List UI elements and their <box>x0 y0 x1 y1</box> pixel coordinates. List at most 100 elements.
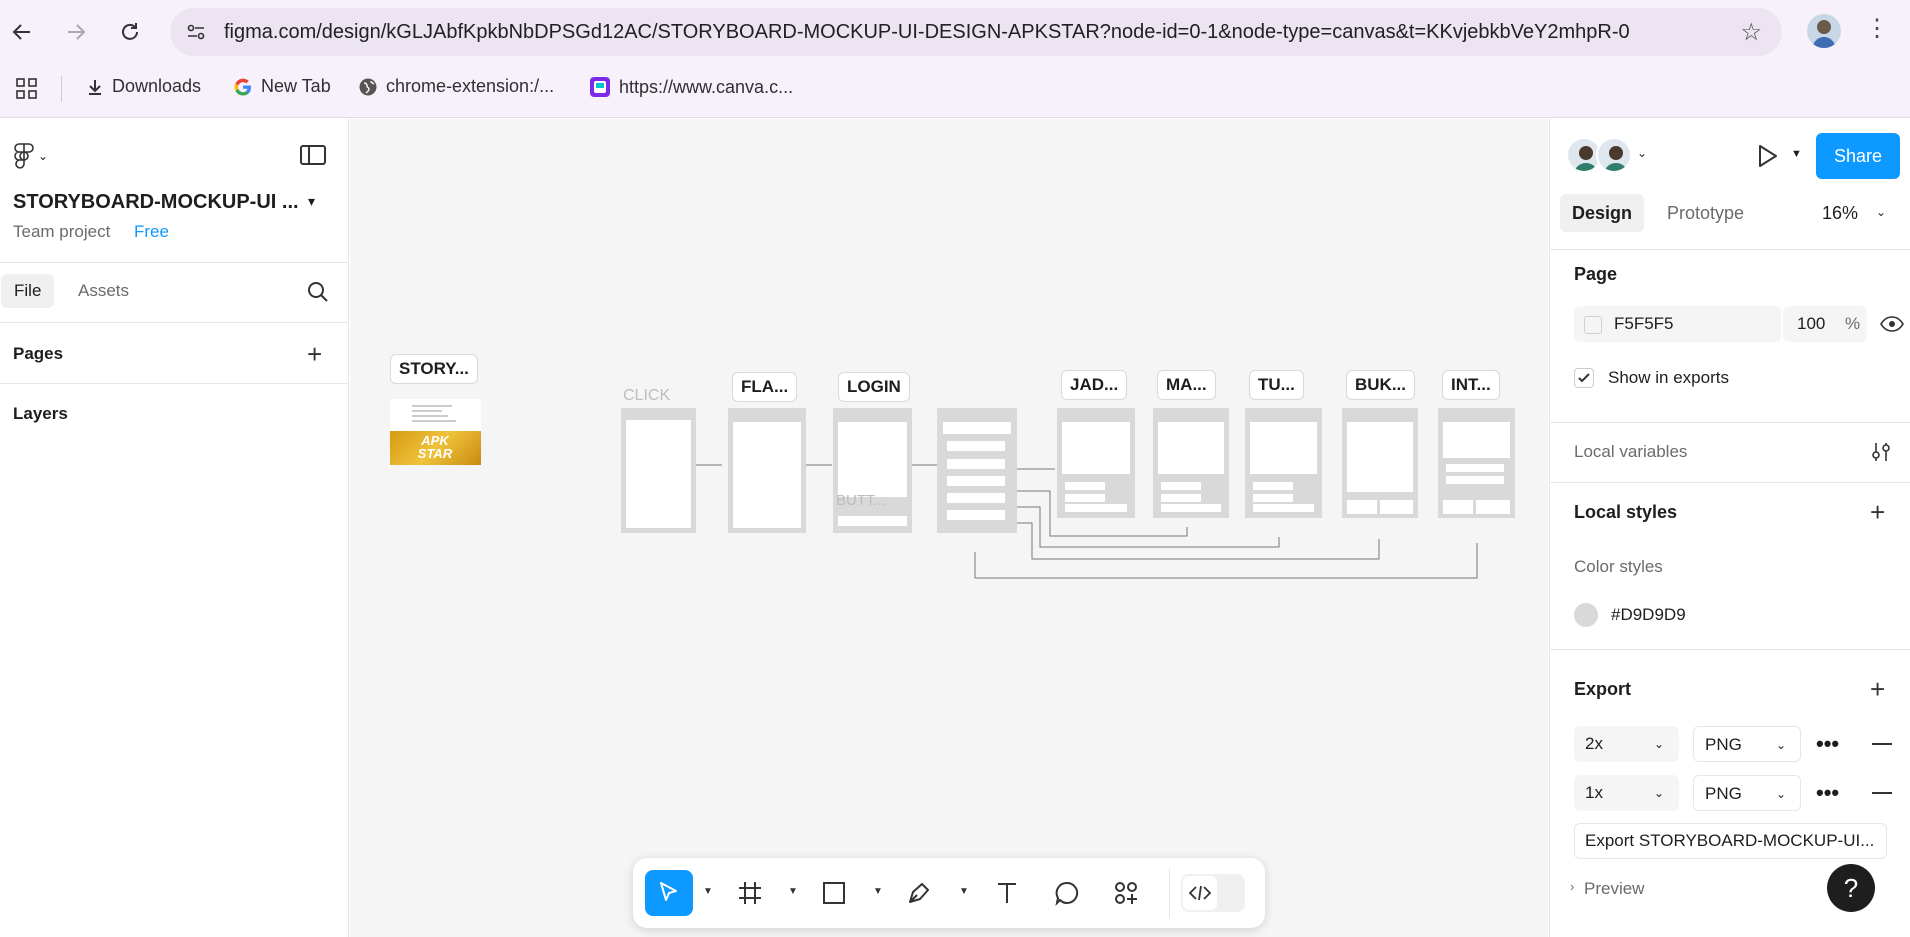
dev-mode-toggle[interactable] <box>1181 874 1245 912</box>
bookmark-downloads[interactable]: Downloads <box>86 76 201 97</box>
export-format-value[interactable]: PNG <box>1705 727 1742 763</box>
frame-click[interactable] <box>621 408 696 533</box>
tab-assets[interactable]: Assets <box>65 274 142 308</box>
chevron-down-icon[interactable]: ▼ <box>959 886 969 897</box>
more-options-icon[interactable]: ••• <box>1816 780 1839 806</box>
add-page-icon[interactable]: + <box>307 341 322 367</box>
chevron-right-icon[interactable]: › <box>1570 879 1574 894</box>
main-menu-button[interactable]: ⌄ <box>14 143 48 169</box>
reload-icon[interactable] <box>112 14 148 50</box>
present-play-icon[interactable] <box>1754 143 1780 174</box>
export-format-select[interactable]: PNG ⌄ <box>1693 726 1801 762</box>
rectangle-tool-icon[interactable] <box>810 870 858 916</box>
share-button[interactable]: Share <box>1816 133 1900 179</box>
frame-label-interaksi[interactable]: INT... <box>1442 370 1500 400</box>
show-in-exports-label[interactable]: Show in exports <box>1608 368 1729 388</box>
frame-label-storyboard[interactable]: STORY... <box>390 354 478 384</box>
frame-label-materi[interactable]: MA... <box>1157 370 1216 400</box>
color-style-swatch[interactable] <box>1574 603 1598 627</box>
local-variables-label[interactable]: Local variables <box>1574 442 1687 462</box>
export-format-value[interactable]: PNG <box>1705 776 1742 812</box>
chevron-down-icon[interactable]: ⌄ <box>1637 146 1647 160</box>
chevron-down-icon[interactable]: ⌄ <box>1876 205 1886 219</box>
frame-label-tugas[interactable]: TU... <box>1249 370 1304 400</box>
color-swatch[interactable] <box>1584 316 1602 334</box>
check-icon <box>1578 373 1590 383</box>
frame-label-buku[interactable]: BUK... <box>1346 370 1415 400</box>
export-scale-value[interactable]: 1x <box>1585 775 1603 811</box>
frame-buku[interactable] <box>1342 408 1418 518</box>
chevron-down-icon[interactable]: ▼ <box>873 886 883 897</box>
frame-materi[interactable] <box>1153 408 1229 518</box>
comment-tool-icon[interactable] <box>1043 870 1091 916</box>
move-tool-icon[interactable] <box>645 870 693 916</box>
search-icon[interactable] <box>306 280 330 304</box>
add-style-icon[interactable]: + <box>1870 499 1885 525</box>
frame-menu[interactable] <box>937 408 1017 533</box>
pen-tool-icon[interactable] <box>895 870 943 916</box>
page-color-field[interactable]: F5F5F5 <box>1574 306 1781 342</box>
frame-label-login[interactable]: LOGIN <box>838 372 910 402</box>
apps-grid-icon[interactable] <box>16 78 38 105</box>
frame-label-flash[interactable]: FLA... <box>732 372 798 402</box>
bookmark-new-tab[interactable]: New Tab <box>233 76 331 97</box>
page-opacity-field[interactable]: 100 % <box>1783 306 1867 342</box>
collaborator-avatar[interactable] <box>1596 137 1632 173</box>
tab-file[interactable]: File <box>1 274 55 308</box>
text-tool-icon[interactable] <box>983 870 1031 916</box>
forward-icon[interactable] <box>58 14 94 50</box>
plan-badge[interactable]: Free <box>134 222 169 242</box>
frame-storyboard[interactable]: APK STAR <box>390 399 481 465</box>
chevron-down-icon[interactable]: ▼ <box>703 886 713 897</box>
frame-tugas[interactable] <box>1245 408 1322 518</box>
remove-export-icon[interactable] <box>1872 743 1892 745</box>
team-label[interactable]: Team project <box>13 222 110 242</box>
frame-login[interactable]: BUTT... <box>833 408 912 533</box>
frame-tool-icon[interactable] <box>726 870 774 916</box>
export-title: Export <box>1574 679 1632 699</box>
file-name[interactable]: STORYBOARD-MOCKUP-UI ... <box>13 191 299 214</box>
address-bar[interactable]: figma.com/design/kGLJAbfKpkbNbDPSGd12AC/… <box>170 8 1782 56</box>
frame-jadwal[interactable] <box>1057 408 1135 518</box>
browser-menu-icon[interactable]: ⋮ <box>1862 14 1892 43</box>
export-button[interactable]: Export STORYBOARD-MOCKUP-UI... <box>1574 823 1887 859</box>
tab-design[interactable]: Design <box>1560 194 1645 232</box>
frame-flash[interactable] <box>728 408 806 533</box>
export-scale-select[interactable]: 2x ⌄ <box>1574 726 1679 762</box>
remove-export-icon[interactable] <box>1872 792 1892 794</box>
eye-icon[interactable] <box>1880 315 1904 338</box>
frame-label-jadwal[interactable]: JAD... <box>1061 370 1128 400</box>
sidebar-toggle-icon[interactable] <box>300 145 326 165</box>
back-icon[interactable] <box>4 14 40 50</box>
help-button[interactable]: ? <box>1827 864 1875 912</box>
ghost-label-click: CLICK <box>623 387 671 404</box>
design-canvas[interactable]: STORY... APK STAR CLICK FLA... LOGIN BUT… <box>350 119 1548 937</box>
bookmark-canva[interactable]: https://www.canva.c... <box>589 76 793 98</box>
page-color-value[interactable]: F5F5F5 <box>1614 306 1674 342</box>
frame-interaksi[interactable] <box>1438 408 1515 518</box>
chevron-down-icon[interactable]: ▾ <box>308 193 315 210</box>
bookmark-label: chrome-extension:/... <box>386 76 555 96</box>
show-in-exports-checkbox[interactable] <box>1574 368 1594 388</box>
chevron-down-icon[interactable]: ▼ <box>788 886 798 897</box>
url-text[interactable]: figma.com/design/kGLJAbfKpkbNbDPSGd12AC/… <box>224 21 1630 44</box>
more-options-icon[interactable]: ••• <box>1816 731 1839 757</box>
variables-settings-icon[interactable] <box>1870 441 1892 468</box>
zoom-level[interactable]: 16% <box>1822 203 1858 224</box>
site-info-icon[interactable] <box>184 20 208 44</box>
chevron-down-icon[interactable]: ▼ <box>1791 148 1802 160</box>
export-format-select[interactable]: PNG ⌄ <box>1693 775 1801 811</box>
export-scale-value[interactable]: 2x <box>1585 726 1603 762</box>
add-export-icon[interactable]: + <box>1870 676 1885 702</box>
actions-tool-icon[interactable] <box>1102 870 1150 916</box>
bookmark-label: Downloads <box>112 76 202 96</box>
bookmark-chrome-extension[interactable]: chrome-extension:/... <box>358 76 554 97</box>
opacity-value[interactable]: 100 <box>1797 306 1825 342</box>
preview-toggle[interactable]: Preview <box>1584 879 1644 899</box>
color-style-name[interactable]: #D9D9D9 <box>1611 605 1686 625</box>
browser-profile-avatar[interactable] <box>1807 14 1841 48</box>
bookmark-star-icon[interactable]: ☆ <box>1740 18 1762 47</box>
export-scale-select[interactable]: 1x ⌄ <box>1574 775 1679 811</box>
tab-prototype[interactable]: Prototype <box>1655 194 1756 232</box>
percent-sign: % <box>1845 314 1861 333</box>
